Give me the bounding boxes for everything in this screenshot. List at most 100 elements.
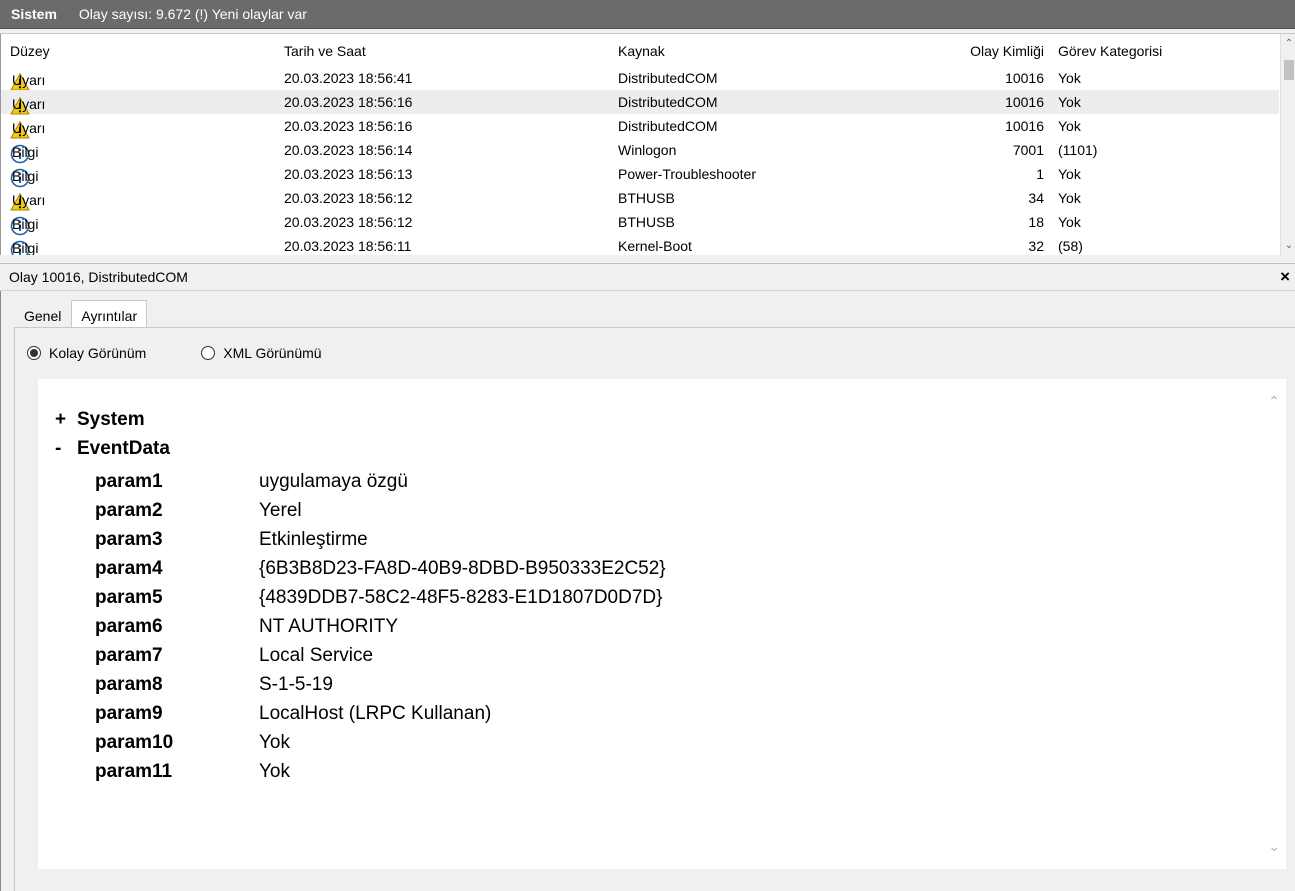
tree-node-label: System <box>77 408 145 430</box>
table-row[interactable]: Bilgi 20.03.2023 18:56:13 Power-Troublesho… <box>1 162 1279 188</box>
param-value[interactable]: Yok <box>259 761 290 783</box>
param-value[interactable]: Etkinleştirme <box>259 529 368 551</box>
row-date: 20.03.2023 18:56:11 <box>284 238 412 254</box>
row-category: Yok <box>1058 190 1081 206</box>
column-headers: Düzey Tarih ve Saat Kaynak Olay Kimliği … <box>1 34 1279 66</box>
row-date: 20.03.2023 18:56:13 <box>284 166 413 182</box>
row-category: Yok <box>1058 166 1081 182</box>
row-source: Winlogon <box>618 142 677 158</box>
radio-friendly-view-label: Kolay Görünüm <box>49 345 147 361</box>
row-source: Power-Troubleshooter <box>618 166 756 182</box>
param-name: param2 <box>95 499 163 521</box>
event-viewer-window: Sistem Olay sayısı: 9.672 (!) Yeni olayl… <box>0 0 1295 891</box>
row-date: 20.03.2023 18:56:12 <box>284 190 413 206</box>
row-level: Uyarı <box>12 72 46 88</box>
tab-general[interactable]: Genel <box>14 300 71 327</box>
box-scroll-up-icon[interactable]: ⌃ <box>1268 393 1280 410</box>
table-row[interactable]: Uyarı 20.03.2023 18:56:16 DistributedCOM 10… <box>1 114 1279 139</box>
column-header-level[interactable]: Düzey <box>10 43 50 59</box>
row-source: DistributedCOM <box>618 70 718 86</box>
table-row[interactable]: Bilgi 20.03.2023 18:56:12 BTHUSB 18 Yok <box>1 210 1279 236</box>
collapse-icon[interactable]: - <box>55 438 77 460</box>
detail-title: Olay 10016, DistributedCOM <box>9 269 188 285</box>
radio-xml-view[interactable]: XML Görünümü <box>201 345 322 361</box>
param-value[interactable]: Local Service <box>259 645 373 667</box>
row-source: DistributedCOM <box>618 94 718 110</box>
row-category: Yok <box>1058 214 1081 230</box>
param-row: param1 uygulamaya özgü <box>95 467 666 496</box>
table-row[interactable]: Bilgi 20.03.2023 18:56:11 Kernel-Boot 32 (58… <box>1 234 1279 255</box>
param-value[interactable]: Yok <box>259 732 290 754</box>
box-scroll-down-icon[interactable]: ⌄ <box>1268 838 1280 855</box>
row-source: BTHUSB <box>618 214 675 230</box>
radio-friendly-view[interactable]: Kolay Görünüm <box>27 345 146 361</box>
table-row[interactable]: Uyarı 20.03.2023 18:56:41 DistributedCOM 10… <box>1 66 1279 91</box>
row-event-id: 7001 <box>1012 142 1044 158</box>
column-header-date[interactable]: Tarih ve Saat <box>284 43 366 59</box>
row-level: Bilgi <box>12 240 39 255</box>
row-level: Uyarı <box>12 120 46 136</box>
table-row[interactable]: Bilgi 20.03.2023 18:56:14 Winlogon 7001 (110… <box>1 138 1279 164</box>
row-level: Uyarı <box>12 96 46 112</box>
details-tab-pane: Kolay Görünüm XML Görünümü + System - Ev… <box>14 328 1295 891</box>
tree-node-eventdata[interactable]: - EventData <box>55 434 170 463</box>
tab-details[interactable]: Ayrıntılar <box>71 300 148 328</box>
row-level: Bilgi <box>12 216 39 232</box>
param-row: param4 {6B3B8D23-FA8D-40B9-8DBD-B950333E2… <box>95 554 666 583</box>
detail-left-border <box>0 291 1 891</box>
radio-unselected-icon[interactable] <box>201 346 216 360</box>
table-row[interactable]: Uyarı 20.03.2023 18:56:12 BTHUSB 34 Yok <box>1 186 1279 211</box>
list-scrollbar[interactable]: ⌃ ⌄ <box>1280 34 1295 255</box>
row-event-id: 34 <box>1028 190 1044 206</box>
row-category: Yok <box>1058 94 1081 110</box>
detail-header: Olay 10016, DistributedCOM × <box>0 263 1295 291</box>
row-date: 20.03.2023 18:56:12 <box>284 214 413 230</box>
row-category: (1101) <box>1058 142 1098 158</box>
column-header-source[interactable]: Kaynak <box>618 43 665 59</box>
row-category: (58) <box>1058 238 1083 254</box>
param-row: param7 Local Service <box>95 641 666 670</box>
param-row: param9 LocalHost (LRPC Kullanan) <box>95 699 666 728</box>
param-row: param6 NT AUTHORITY <box>95 612 666 641</box>
radio-xml-view-label: XML Görünümü <box>223 345 322 361</box>
row-date: 20.03.2023 18:56:14 <box>284 142 413 158</box>
event-data-view: + System - EventData param1 uygulamaya öz… <box>38 379 1286 869</box>
radio-selected-icon[interactable] <box>27 346 41 360</box>
scroll-up-icon[interactable]: ⌃ <box>1281 36 1295 52</box>
param-row: param5 {4839DDB7-58C2-48F5-8283-E1D1807D0… <box>95 583 666 612</box>
table-row[interactable]: Uyarı 20.03.2023 18:56:16 DistributedCOM 10… <box>1 90 1279 115</box>
tree-node-system[interactable]: + System <box>55 405 170 434</box>
row-category: Yok <box>1058 118 1081 134</box>
expand-icon[interactable]: + <box>55 409 77 431</box>
param-row: param10 Yok <box>95 728 666 757</box>
scroll-thumb[interactable] <box>1284 60 1294 80</box>
column-header-event-id[interactable]: Olay Kimliği <box>970 43 1044 59</box>
row-level: Bilgi <box>12 168 39 184</box>
column-header-category[interactable]: Görev Kategorisi <box>1058 43 1162 59</box>
close-icon[interactable]: × <box>1280 267 1290 287</box>
param-name: param3 <box>95 528 163 550</box>
param-value[interactable]: Yerel <box>259 500 302 522</box>
param-value[interactable]: {6B3B8D23-FA8D-40B9-8DBD-B950333E2C52} <box>259 558 666 580</box>
param-value[interactable]: {4839DDB7-58C2-48F5-8283-E1D1807D0D7D} <box>259 587 662 609</box>
event-rows: Uyarı 20.03.2023 18:56:41 DistributedCOM 10… <box>1 66 1279 255</box>
param-name: param11 <box>95 760 173 782</box>
param-value[interactable]: uygulamaya özgü <box>259 471 408 493</box>
param-name: param9 <box>95 702 163 724</box>
param-value[interactable]: LocalHost (LRPC Kullanan) <box>259 703 491 725</box>
row-event-id: 10016 <box>1005 70 1044 86</box>
param-name: param5 <box>95 586 163 608</box>
row-source: DistributedCOM <box>618 118 718 134</box>
param-row: param3 Etkinleştirme <box>95 525 666 554</box>
events-list[interactable]: Düzey Tarih ve Saat Kaynak Olay Kimliği … <box>0 33 1295 255</box>
view-mode-options: Kolay Görünüm XML Görünümü <box>27 345 322 361</box>
param-value[interactable]: S-1-5-19 <box>259 674 333 696</box>
row-date: 20.03.2023 18:56:41 <box>284 70 413 86</box>
event-count: Olay sayısı: 9.672 (!) Yeni olaylar var <box>78 6 307 22</box>
log-header: Sistem Olay sayısı: 9.672 (!) Yeni olayl… <box>0 0 1295 29</box>
event-params: param1 uygulamaya özgü param2 Yerel param3 Et… <box>95 467 666 786</box>
param-value[interactable]: NT AUTHORITY <box>259 616 398 638</box>
row-date: 20.03.2023 18:56:16 <box>284 94 413 110</box>
scroll-down-icon[interactable]: ⌄ <box>1281 238 1295 254</box>
detail-tabs: Genel Ayrıntılar <box>14 300 148 328</box>
